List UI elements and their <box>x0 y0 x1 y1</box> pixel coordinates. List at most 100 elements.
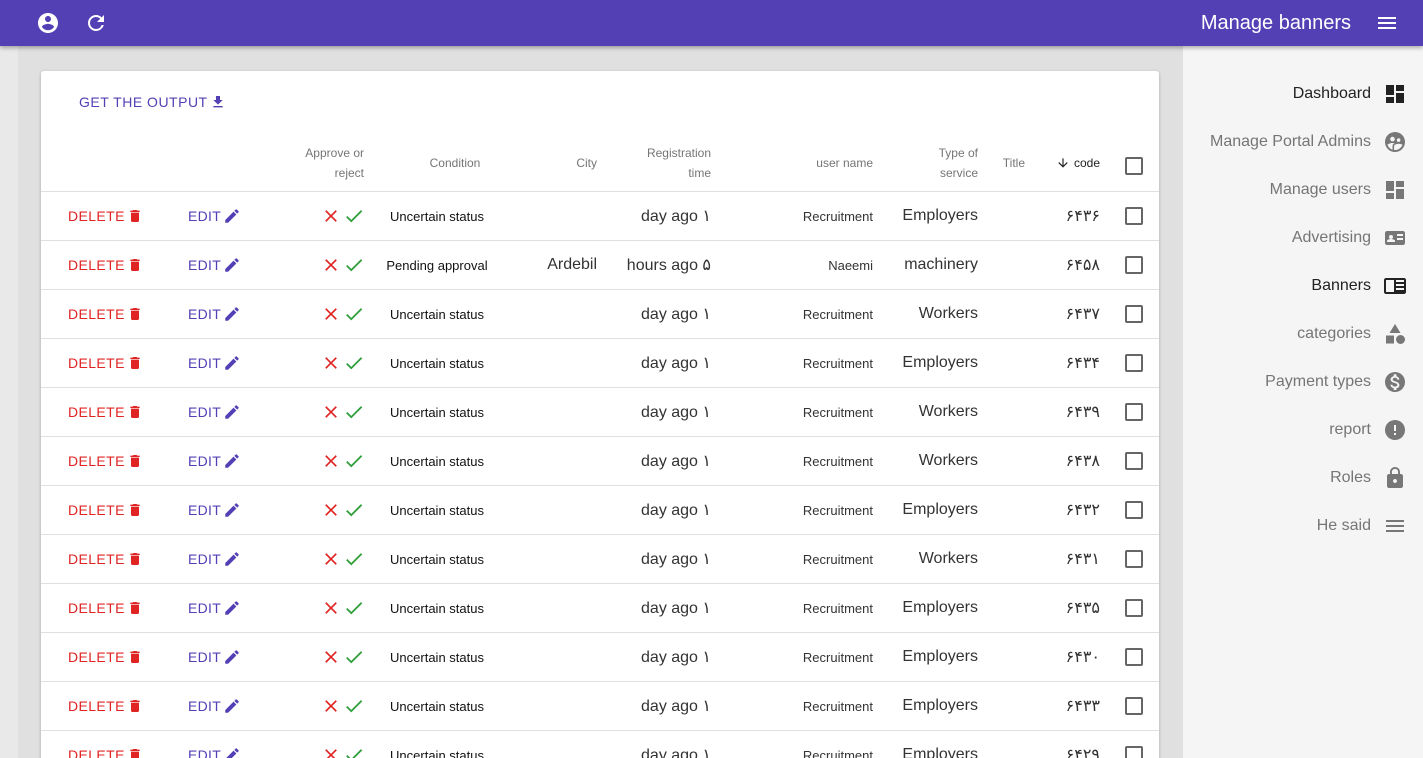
hamburger-menu-icon[interactable] <box>1375 11 1399 35</box>
column-header-user-name[interactable]: user name <box>781 153 873 173</box>
edit-button[interactable]: EDIT <box>188 339 241 387</box>
column-header-city[interactable]: City <box>541 153 597 173</box>
edit-button[interactable]: EDIT <box>188 290 241 338</box>
delete-button[interactable]: DELETE <box>68 192 143 240</box>
row-checkbox[interactable] <box>1125 633 1143 681</box>
approve-icon[interactable] <box>343 352 365 374</box>
get-output-button[interactable]: GET THE OUTPUT <box>79 92 226 112</box>
delete-button[interactable]: DELETE <box>68 339 143 387</box>
sidebar-item-manage-users[interactable]: Manage users <box>1183 166 1423 214</box>
type-of-service-cell: Employers <box>902 501 978 518</box>
city-cell <box>511 584 597 632</box>
delete-button[interactable]: DELETE <box>68 584 143 632</box>
table-row: DELETE EDIT Uncertain status day ago ۱ R… <box>41 584 1159 633</box>
column-header-registration-time[interactable]: Registration time <box>631 143 711 183</box>
row-checkbox[interactable] <box>1125 486 1143 534</box>
edit-button[interactable]: EDIT <box>188 731 241 758</box>
reject-icon[interactable] <box>321 500 341 520</box>
delete-label: DELETE <box>68 404 125 420</box>
row-checkbox[interactable] <box>1125 535 1143 583</box>
delete-button[interactable]: DELETE <box>68 633 143 681</box>
approve-reject-actions <box>317 241 365 289</box>
column-header-code[interactable]: code <box>1049 153 1100 173</box>
edit-label: EDIT <box>188 453 222 469</box>
approve-icon[interactable] <box>343 205 365 227</box>
row-checkbox[interactable] <box>1125 388 1143 436</box>
approve-icon[interactable] <box>343 548 365 570</box>
condition-cell: Uncertain status <box>390 453 484 469</box>
edit-button[interactable]: EDIT <box>188 486 241 534</box>
approve-icon[interactable] <box>343 646 365 668</box>
reject-icon[interactable] <box>321 745 341 758</box>
delete-label: DELETE <box>68 551 125 567</box>
column-header-type-of-service[interactable]: Type of service <box>921 143 978 183</box>
reject-icon[interactable] <box>321 549 341 569</box>
column-header-title[interactable]: Title <box>991 153 1025 173</box>
approve-icon[interactable] <box>343 450 365 472</box>
edit-button[interactable]: EDIT <box>188 682 241 730</box>
reject-icon[interactable] <box>321 206 341 226</box>
sidebar-item-manage-portal-admins[interactable]: Manage Portal Admins <box>1183 118 1423 166</box>
row-checkbox[interactable] <box>1125 192 1143 240</box>
approve-icon[interactable] <box>343 597 365 619</box>
delete-button[interactable]: DELETE <box>68 290 143 338</box>
reject-icon[interactable] <box>321 353 341 373</box>
account-circle-icon[interactable] <box>36 11 60 35</box>
approve-icon[interactable] <box>343 303 365 325</box>
code-cell: ۶۴۳۳ <box>1065 698 1100 715</box>
pencil-icon <box>225 650 239 664</box>
reject-icon[interactable] <box>321 304 341 324</box>
reject-icon[interactable] <box>321 451 341 471</box>
sidebar-item-roles[interactable]: Roles <box>1183 454 1423 502</box>
reject-icon[interactable] <box>321 598 341 618</box>
row-checkbox[interactable] <box>1125 241 1143 289</box>
reject-icon[interactable] <box>321 255 341 275</box>
delete-button[interactable]: DELETE <box>68 241 143 289</box>
condition-cell: Uncertain status <box>390 747 484 758</box>
sidebar-item-payment-types[interactable]: Payment types <box>1183 358 1423 406</box>
edit-button[interactable]: EDIT <box>188 584 241 632</box>
row-checkbox[interactable] <box>1125 584 1143 632</box>
column-header-approve[interactable]: Approve or reject <box>291 143 364 183</box>
delete-button[interactable]: DELETE <box>68 486 143 534</box>
row-checkbox[interactable] <box>1125 290 1143 338</box>
approve-icon[interactable] <box>343 401 365 423</box>
sidebar-item-banners[interactable]: Banners <box>1183 262 1423 310</box>
banners-table-card: GET THE OUTPUT Approve or reject Conditi… <box>41 71 1159 758</box>
approve-icon[interactable] <box>343 499 365 521</box>
delete-button[interactable]: DELETE <box>68 731 143 758</box>
approve-icon[interactable] <box>343 744 365 758</box>
sort-arrow-down-icon <box>1058 158 1068 168</box>
edit-button[interactable]: EDIT <box>188 388 241 436</box>
registration-time-cell: day ago ۱ <box>641 453 711 470</box>
edit-button[interactable]: EDIT <box>188 192 241 240</box>
approve-icon[interactable] <box>343 695 365 717</box>
city-cell <box>511 633 597 681</box>
sidebar-item-advertising[interactable]: Advertising <box>1183 214 1423 262</box>
select-all-checkbox[interactable] <box>1125 157 1143 175</box>
row-checkbox[interactable] <box>1125 731 1143 758</box>
reject-icon[interactable] <box>321 647 341 667</box>
approve-icon[interactable] <box>343 254 365 276</box>
edit-button[interactable]: EDIT <box>188 535 241 583</box>
row-checkbox[interactable] <box>1125 682 1143 730</box>
delete-button[interactable]: DELETE <box>68 388 143 436</box>
sidebar-item-dashboard[interactable]: Dashboard <box>1183 70 1423 118</box>
column-header-condition[interactable]: Condition <box>421 153 489 173</box>
edit-button[interactable]: EDIT <box>188 437 241 485</box>
sidebar-item-he-said[interactable]: He said <box>1183 502 1423 550</box>
reject-icon[interactable] <box>321 696 341 716</box>
sidebar-item-report[interactable]: report <box>1183 406 1423 454</box>
approve-reject-actions <box>317 486 365 534</box>
sidebar-item-categories[interactable]: categories <box>1183 310 1423 358</box>
delete-button[interactable]: DELETE <box>68 682 143 730</box>
delete-button[interactable]: DELETE <box>68 535 143 583</box>
edit-button[interactable]: EDIT <box>188 633 241 681</box>
refresh-icon[interactable] <box>84 11 108 35</box>
row-checkbox[interactable] <box>1125 437 1143 485</box>
edit-button[interactable]: EDIT <box>188 241 241 289</box>
reject-icon[interactable] <box>321 402 341 422</box>
row-checkbox[interactable] <box>1125 339 1143 387</box>
table-body: DELETE EDIT Uncertain status day ago ۱ R… <box>41 192 1159 758</box>
delete-button[interactable]: DELETE <box>68 437 143 485</box>
